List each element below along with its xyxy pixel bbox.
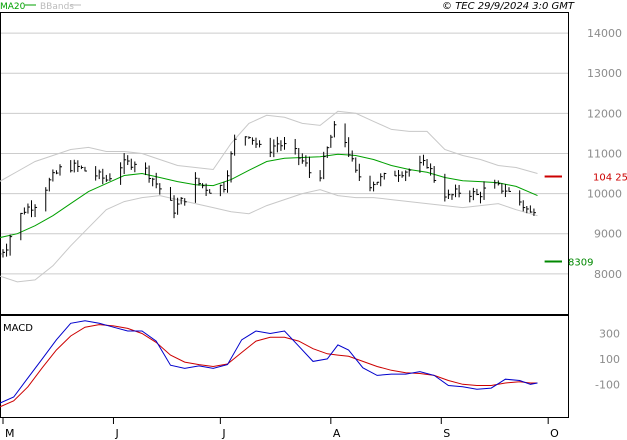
resistance-label: 104 25 <box>593 173 627 184</box>
month-tick-label: O <box>550 427 559 440</box>
price-y-tick-label: 13000 <box>587 67 622 80</box>
x-axis-months: MJJASO <box>2 418 559 440</box>
copyright-timestamp: © TEC 29/9/2024 3:0 GMT <box>442 1 575 12</box>
price-y-tick-label: 8000 <box>594 268 622 281</box>
bb-lower-line <box>0 189 538 283</box>
bb-upper-line <box>0 110 538 182</box>
macd-lines <box>0 320 538 408</box>
price-y-tick-label: 12000 <box>587 107 622 120</box>
price-y-axis: 8000 9000 10000 11000 12000 13000 14000 <box>587 27 622 281</box>
ma20-line <box>0 153 538 239</box>
month-tick-label: A <box>333 427 341 440</box>
month-tick-label: S <box>443 427 450 440</box>
price-y-tick-label: 11000 <box>587 147 622 160</box>
support-label: 8309 <box>568 257 593 268</box>
legend-ma20: MA20 <box>0 2 26 12</box>
price-grid <box>1 32 568 275</box>
macd-y-tick-label: -100 <box>595 378 620 391</box>
price-y-tick-label: 10000 <box>587 188 622 201</box>
ma20-series-line <box>0 153 538 239</box>
macd-y-tick-label: 100 <box>599 353 620 366</box>
macd-y-tick-label: 300 <box>599 328 620 341</box>
price-panel-frame <box>0 12 569 315</box>
macd-signal-line <box>0 324 538 408</box>
macd-title: MACD <box>3 323 33 334</box>
price-y-tick-label: 14000 <box>587 27 622 40</box>
legend-bbands: BBands <box>40 2 74 12</box>
stock-chart: MA20 BBands © TEC 29/9/2024 3:0 GMT MACD… <box>0 1 627 440</box>
macd-line <box>0 320 538 404</box>
macd-y-axis: 300 100 -100 <box>595 328 620 392</box>
month-tick-label: M <box>5 427 15 440</box>
month-tick-label: J <box>221 427 225 440</box>
price-bars <box>0 121 536 258</box>
price-y-tick-label: 9000 <box>594 228 622 241</box>
month-tick-label: J <box>114 427 118 440</box>
